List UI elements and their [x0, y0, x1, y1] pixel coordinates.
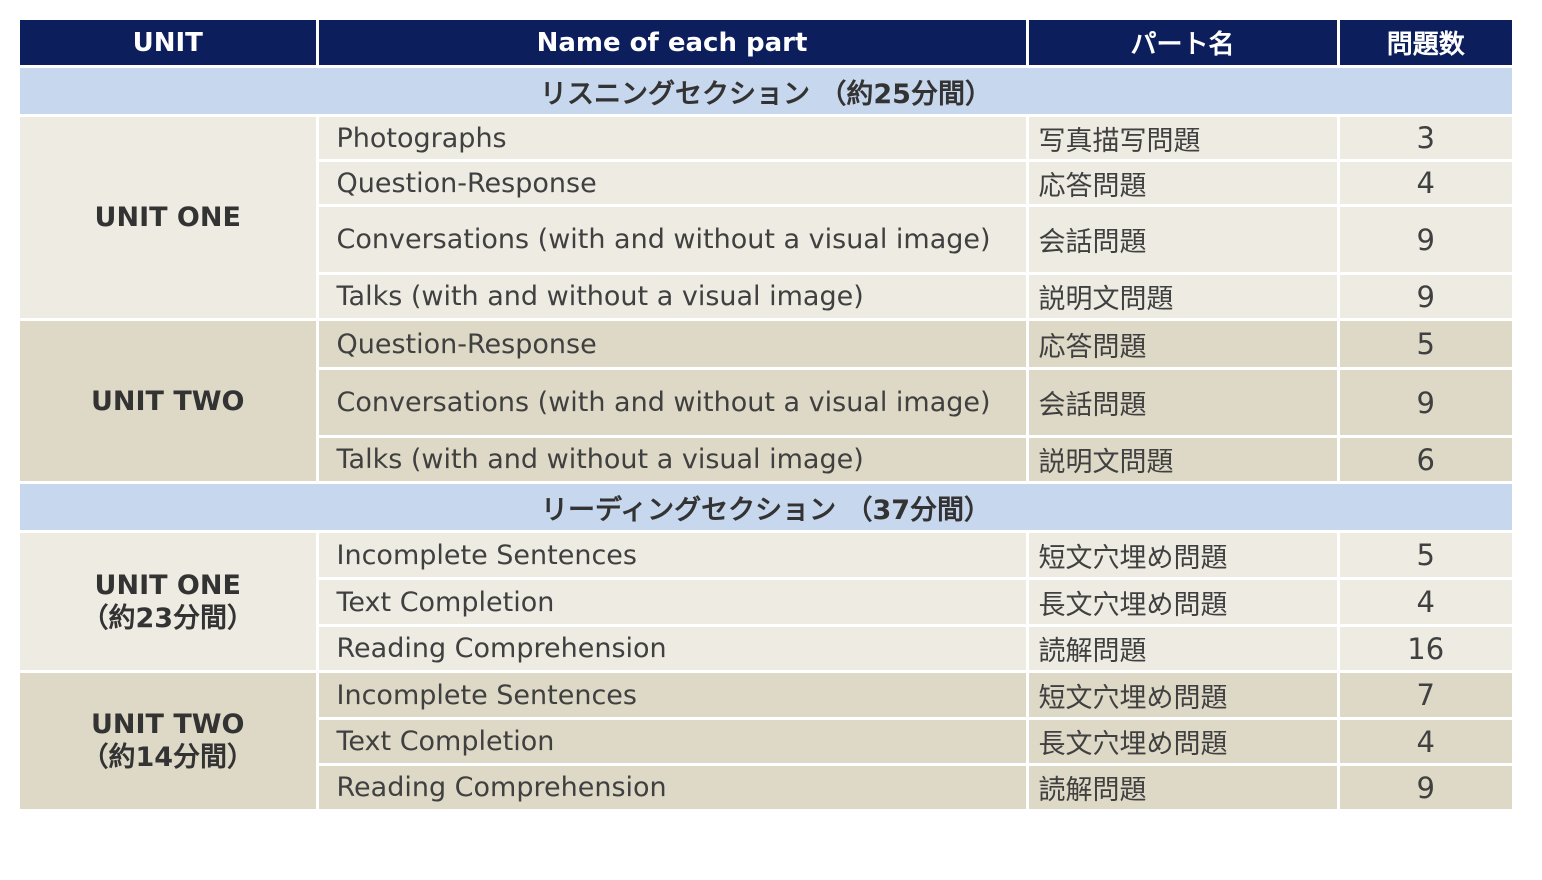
unit-label-cell: UNIT ONE	[20, 115, 319, 321]
question-count: 16	[1338, 625, 1512, 673]
part-name-jp: 応答問題	[1027, 319, 1340, 370]
part-name-jp: 読解問題	[1027, 764, 1340, 812]
part-name-jp: 読解問題	[1027, 625, 1340, 673]
question-count: 9	[1338, 273, 1512, 321]
part-name-jp: 短文穴埋め問題	[1027, 671, 1340, 720]
header-row: UNIT Name of each part パート名 問題数	[20, 20, 1512, 68]
unit-label-cell: UNIT ONE （約23分間）	[20, 531, 319, 673]
header-part-name-jp: パート名	[1027, 20, 1340, 68]
part-name: Question-Response	[317, 319, 1029, 370]
part-name: Reading Comprehension	[317, 625, 1029, 673]
table-row: UNIT ONE （約23分間） Incomplete Sentences 短文穴埋め…	[20, 531, 1512, 673]
section-row: リスニングセクション （約25分間）	[20, 66, 1512, 117]
question-count: 4	[1338, 578, 1512, 627]
part-name: Question-Response	[317, 160, 1029, 207]
test-structure-table: UNIT Name of each part パート名 問題数 リスニングセクシ…	[20, 20, 1512, 812]
question-count: 6	[1338, 436, 1512, 484]
question-count: 4	[1338, 718, 1512, 766]
unit-label: UNIT TWO	[90, 385, 245, 417]
unit-label: UNIT ONE	[94, 202, 241, 233]
part-name: Photographs	[317, 115, 1029, 162]
part-name: Conversations (with and without a visual…	[317, 205, 1029, 275]
unit-label-cell: UNIT TWO	[20, 319, 319, 484]
part-name: Talks (with and without a visual image)	[317, 436, 1029, 484]
question-count: 5	[1338, 531, 1512, 580]
question-count: 5	[1338, 319, 1512, 370]
part-name: Text Completion	[317, 718, 1029, 766]
table-row: UNIT TWO Question-Response 応答問題 5	[20, 319, 1512, 484]
header-question-count: 問題数	[1338, 20, 1512, 68]
part-name: Text Completion	[317, 578, 1029, 627]
part-name: Conversations (with and without a visual…	[317, 368, 1029, 438]
unit-duration: （約23分間）	[81, 602, 255, 634]
part-name-jp: 写真描写問題	[1027, 115, 1340, 162]
table-body: リスニングセクション （約25分間） UNIT ONE Photographs 写真描…	[20, 66, 1512, 812]
part-name: Talks (with and without a visual image)	[317, 273, 1029, 321]
header-part-name: Name of each part	[317, 20, 1029, 68]
unit-label-cell: UNIT TWO （約14分間）	[20, 671, 319, 812]
part-name-jp: 会話問題	[1027, 368, 1340, 438]
section-title: リーディングセクション （37分間）	[20, 482, 1512, 533]
part-name-jp: 説明文問題	[1027, 273, 1340, 321]
part-name: Incomplete Sentences	[317, 531, 1029, 580]
unit-label: UNIT ONE	[94, 569, 241, 601]
part-name-jp: 会話問題	[1027, 205, 1340, 275]
section-title: リスニングセクション （約25分間）	[20, 66, 1512, 117]
question-count: 4	[1338, 160, 1512, 207]
part-name: Reading Comprehension	[317, 764, 1029, 812]
question-count: 3	[1338, 115, 1512, 162]
unit-duration: （約14分間）	[81, 742, 255, 773]
question-count: 9	[1338, 205, 1512, 275]
question-count: 9	[1338, 368, 1512, 438]
part-name-jp: 長文穴埋め問題	[1027, 718, 1340, 766]
part-name-jp: 説明文問題	[1027, 436, 1340, 484]
question-count: 9	[1338, 764, 1512, 812]
unit-label: UNIT TWO	[90, 709, 245, 740]
part-name-jp: 短文穴埋め問題	[1027, 531, 1340, 580]
part-name: Incomplete Sentences	[317, 671, 1029, 720]
part-name-jp: 長文穴埋め問題	[1027, 578, 1340, 627]
question-count: 7	[1338, 671, 1512, 720]
part-name-jp: 応答問題	[1027, 160, 1340, 207]
header-unit: UNIT	[20, 20, 319, 68]
table-row: UNIT TWO （約14分間） Incomplete Sentences 短文穴埋め…	[20, 671, 1512, 812]
section-row: リーディングセクション （37分間）	[20, 482, 1512, 533]
table-row: UNIT ONE Photographs 写真描写問題 3	[20, 115, 1512, 321]
